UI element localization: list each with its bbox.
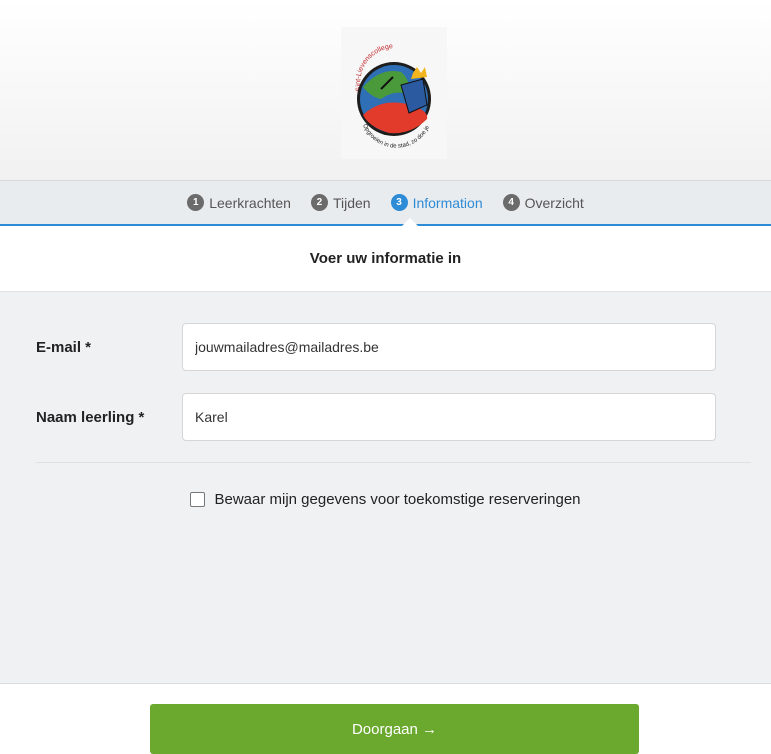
information-form: E-mail * Naam leerling * Bewaar mijn geg… bbox=[0, 292, 771, 684]
student-name-field[interactable] bbox=[182, 393, 716, 441]
step-leerkrachten[interactable]: 1 Leerkrachten bbox=[187, 194, 291, 211]
wizard-steps: 1 Leerkrachten 2 Tijden 3 Information 4 … bbox=[0, 180, 771, 226]
remember-label: Bewaar mijn gegevens voor toekomstige re… bbox=[214, 491, 581, 508]
form-divider bbox=[36, 462, 751, 463]
continue-button[interactable]: Doorgaan → bbox=[150, 704, 639, 754]
email-field[interactable] bbox=[182, 323, 716, 371]
step-label: Information bbox=[412, 194, 483, 211]
remember-checkbox[interactable] bbox=[190, 492, 206, 507]
footer: Doorgaan → bbox=[0, 684, 771, 754]
step-overzicht[interactable]: 4 Overzicht bbox=[502, 194, 584, 211]
active-step-caret bbox=[402, 218, 418, 226]
email-label: E-mail * bbox=[36, 338, 92, 356]
name-row: Naam leerling * bbox=[0, 392, 771, 442]
step-label: Overzicht bbox=[524, 194, 584, 211]
school-logo: Sint-Lievenscollege Opgroeien in de stad… bbox=[341, 27, 447, 159]
step-label: Leerkrachten bbox=[209, 194, 291, 211]
section-title: Voer uw informatie in bbox=[0, 226, 771, 292]
step-label: Tijden bbox=[332, 194, 371, 211]
step-information[interactable]: 3 Information bbox=[390, 194, 483, 211]
email-row: E-mail * bbox=[0, 322, 771, 372]
step-number: 1 bbox=[187, 194, 205, 211]
step-number: 3 bbox=[390, 194, 408, 211]
step-number: 4 bbox=[502, 194, 520, 211]
step-number: 2 bbox=[310, 194, 328, 211]
header: Sint-Lievenscollege Opgroeien in de stad… bbox=[0, 0, 771, 180]
name-label: Naam leerling * bbox=[36, 408, 145, 426]
remember-option[interactable]: Bewaar mijn gegevens voor toekomstige re… bbox=[0, 491, 771, 508]
step-tijden[interactable]: 2 Tijden bbox=[310, 194, 371, 211]
